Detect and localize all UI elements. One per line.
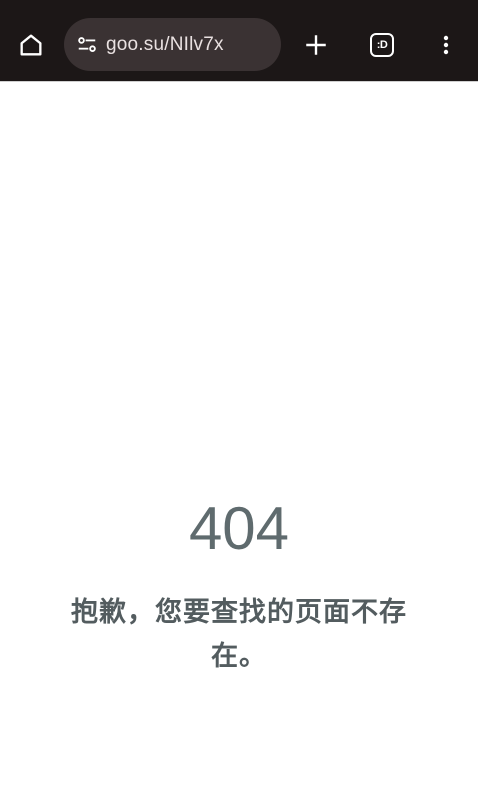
home-icon bbox=[20, 34, 42, 56]
address-bar[interactable]: goo.su/NIlv7x bbox=[64, 18, 281, 71]
error-message: 抱歉，您要查找的页面不存在。 bbox=[71, 597, 407, 672]
tab-switcher-button[interactable]: :D bbox=[360, 23, 404, 67]
plus-icon bbox=[306, 35, 326, 55]
more-vert-icon bbox=[443, 35, 449, 55]
tab-count-badge: :D bbox=[370, 33, 394, 57]
browser-toolbar: goo.su/NIlv7x :D bbox=[0, 0, 478, 82]
menu-button[interactable] bbox=[424, 23, 468, 67]
page-content: 404 抱歉，您要查找的页面不存在。 bbox=[0, 83, 478, 800]
url-text: goo.su/NIlv7x bbox=[106, 33, 224, 55]
new-tab-button[interactable] bbox=[294, 23, 338, 67]
home-button[interactable] bbox=[9, 23, 53, 67]
error-code: 404 bbox=[188, 495, 290, 562]
tune-icon bbox=[78, 36, 96, 52]
site-settings-button[interactable] bbox=[75, 33, 99, 57]
